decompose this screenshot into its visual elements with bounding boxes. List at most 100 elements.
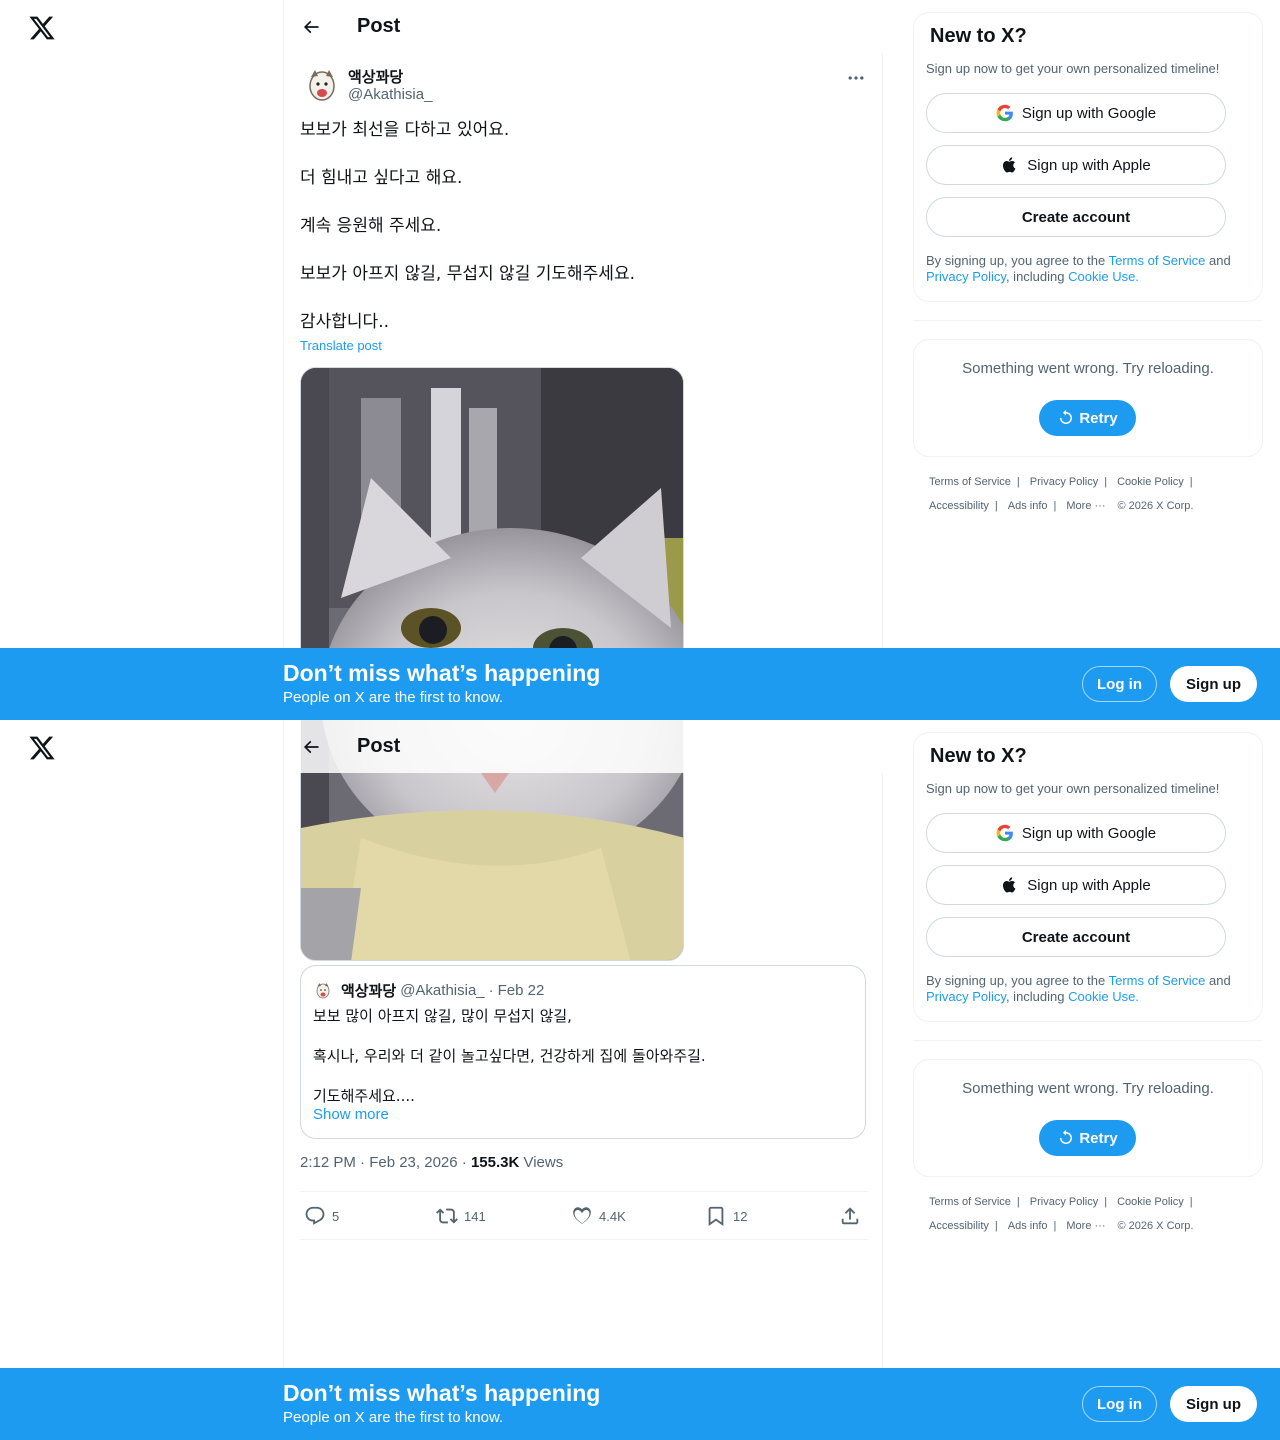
signup-terms: By signing up, you agree to the Terms of…	[926, 973, 1250, 1005]
footer-link[interactable]: Terms of Service	[929, 470, 1011, 494]
post-header: Post	[284, 720, 884, 773]
repost-count: 141	[464, 1208, 486, 1224]
footer-separator: |	[994, 1220, 998, 1232]
author-name[interactable]: 액상꽈당	[348, 66, 403, 87]
signup-subtitle: Sign up now to get your own personalized…	[926, 781, 1220, 796]
login-button[interactable]: Log in	[1082, 666, 1157, 702]
apple-icon	[1003, 877, 1016, 893]
signup-subtitle: Sign up now to get your own personalized…	[926, 61, 1220, 76]
repost-icon	[436, 1208, 458, 1224]
views-label: Views	[519, 1154, 564, 1171]
footer-separator: |	[1016, 476, 1020, 488]
refresh-icon	[1060, 1129, 1073, 1144]
signup-button[interactable]: Sign up	[1170, 666, 1257, 702]
avatar[interactable]	[302, 66, 342, 106]
retry-label: Retry	[1079, 1129, 1118, 1147]
quote-author-name: 액상꽈당	[341, 983, 397, 1000]
reply-button[interactable]: 5	[304, 1205, 339, 1227]
cookie-link[interactable]: Cookie Use.	[1068, 989, 1139, 1004]
post-timestamp[interactable]: 2:12 PM · Feb 23, 2026 ·	[300, 1154, 471, 1171]
terms-text: , including	[1005, 989, 1069, 1004]
footer-link[interactable]: Accessibility	[929, 1214, 989, 1238]
avatar	[313, 981, 333, 1001]
footer-link[interactable]: Accessibility	[929, 494, 989, 518]
copyright: © 2026 X Corp.	[1117, 1220, 1194, 1232]
google-icon	[996, 824, 1013, 842]
tweet-line: 계속 응원해 주세요.	[300, 216, 442, 236]
tweet-line: 더 힘내고 싶다고 해요.	[300, 168, 463, 188]
footer-link[interactable]: Cookie Policy	[1117, 1190, 1184, 1214]
reply-icon	[305, 1206, 325, 1225]
cookie-link[interactable]: Cookie Use.	[1068, 269, 1139, 284]
x-logo-icon[interactable]	[28, 14, 56, 42]
divider	[913, 320, 1263, 321]
footer-links: Terms of Service | Privacy Policy | Cookie P…	[929, 470, 1249, 518]
post-header: Post	[284, 0, 884, 53]
create-account-button[interactable]: Create account	[926, 917, 1226, 957]
signup-title: New to X?	[930, 745, 1027, 767]
bookmark-icon	[708, 1206, 724, 1227]
footer-link-more[interactable]: More ···	[1066, 1214, 1105, 1238]
footer-link[interactable]: Privacy Policy	[1030, 1190, 1098, 1214]
action-bar: 5 141 4.4K 12	[300, 1191, 868, 1240]
retry-button[interactable]: Retry	[1039, 400, 1136, 436]
author-handle[interactable]: @Akathisia_	[348, 86, 432, 103]
footer-link[interactable]: Ads info	[1008, 494, 1048, 518]
quote-text: 보보 많이 아프지 않길, 많이 무섭지 않길, 혹시나, 우리와 더 같이 놀…	[313, 1006, 853, 1106]
apple-signup-button[interactable]: Sign up with Apple	[926, 865, 1226, 905]
show-more-link[interactable]: Show more	[313, 1106, 389, 1123]
sidebar: New to X? Sign up now to get your own pe…	[913, 732, 1263, 1177]
bookmark-button[interactable]: 12	[705, 1205, 747, 1227]
privacy-link[interactable]: Privacy Policy	[926, 989, 1006, 1004]
more-icon[interactable]	[846, 68, 866, 88]
google-signup-button[interactable]: Sign up with Google	[926, 813, 1226, 853]
login-banner: Don’t miss what’s happening People on X …	[0, 1368, 1280, 1440]
footer-separator: |	[1189, 1196, 1193, 1208]
x-logo-icon[interactable]	[28, 734, 56, 762]
retry-button[interactable]: Retry	[1039, 1120, 1136, 1156]
google-signup-button[interactable]: Sign up with Google	[926, 93, 1226, 133]
terms-link[interactable]: Terms of Service	[1109, 973, 1206, 988]
refresh-icon	[1060, 409, 1073, 424]
views-count: 155.3K	[470, 1154, 520, 1171]
divider	[913, 1040, 1263, 1041]
bookmark-count: 12	[733, 1208, 748, 1224]
footer-separator: |	[1016, 1196, 1020, 1208]
apple-signup-button[interactable]: Sign up with Apple	[926, 145, 1226, 185]
privacy-link[interactable]: Privacy Policy	[926, 269, 1006, 284]
google-icon	[996, 104, 1013, 122]
terms-text: By signing up, you agree to the	[926, 253, 1109, 268]
apple-signup-label: Sign up with Apple	[1027, 156, 1151, 174]
quote-line: 보보 많이 아프지 않길, 많이 무섭지 않길,	[313, 1007, 572, 1025]
error-message: Something went wrong. Try reloading.	[962, 360, 1214, 377]
tweet-text: 보보가 최선을 다하고 있어요. 더 힘내고 싶다고 해요. 계속 응원해 주세…	[300, 118, 860, 358]
quoted-post[interactable]: 액상꽈당 @Akathisia_ · Feb 22 보보 많이 아프지 않길, …	[300, 965, 866, 1139]
error-card: Something went wrong. Try reloading. Ret…	[913, 1059, 1263, 1177]
share-icon	[841, 1207, 859, 1225]
quote-date: Feb 22	[497, 982, 545, 999]
footer-link[interactable]: Ads info	[1008, 1214, 1048, 1238]
like-button[interactable]: 4.4K	[571, 1205, 626, 1227]
footer-links: Terms of Service | Privacy Policy | Cookie P…	[929, 1190, 1249, 1238]
terms-link[interactable]: Terms of Service	[1109, 253, 1206, 268]
footer-link[interactable]: Cookie Policy	[1117, 470, 1184, 494]
footer-separator: |	[1189, 476, 1193, 488]
create-account-button[interactable]: Create account	[926, 197, 1226, 237]
banner-subtitle: People on X are the first to know.	[283, 1409, 504, 1426]
quote-line: 혹시나, 우리와 더 같이 놀고싶다면, 건강하게 집에 돌아와주길.	[313, 1047, 706, 1065]
back-arrow-icon[interactable]	[301, 17, 321, 37]
quote-separator: ·	[488, 982, 494, 999]
translate-post-link[interactable]: Translate post	[300, 338, 382, 353]
login-button[interactable]: Log in	[1082, 1386, 1157, 1422]
footer-link[interactable]: Terms of Service	[929, 1190, 1011, 1214]
repost-button[interactable]: 141	[436, 1205, 486, 1227]
signup-button[interactable]: Sign up	[1170, 1386, 1257, 1422]
share-button[interactable]	[839, 1205, 867, 1227]
apple-signup-label: Sign up with Apple	[1027, 876, 1151, 894]
error-message: Something went wrong. Try reloading.	[962, 1080, 1214, 1097]
footer-link-more[interactable]: More ···	[1066, 494, 1105, 518]
footer-link[interactable]: Privacy Policy	[1030, 470, 1098, 494]
signup-card: New to X? Sign up now to get your own pe…	[913, 732, 1263, 1022]
back-arrow-icon[interactable]	[301, 737, 321, 757]
retry-label: Retry	[1079, 409, 1118, 427]
